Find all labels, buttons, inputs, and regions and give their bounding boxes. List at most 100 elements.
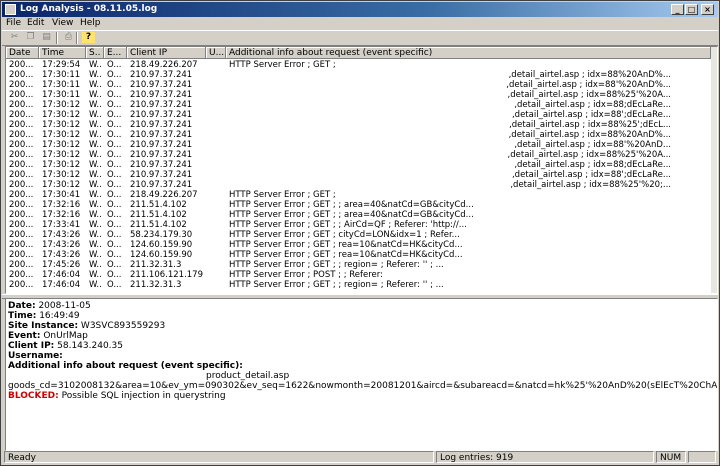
close-button[interactable]: × bbox=[701, 4, 714, 15]
table-row[interactable]: 200... 17:30:11 W.. O... 210.97.37.241 ,detai… bbox=[6, 90, 712, 100]
toolbar-separator bbox=[56, 32, 58, 44]
col-additional-info-cell: HTTP Server Error ; GET ; ; AirCd=QF ; R… bbox=[229, 220, 467, 230]
col-additional-info-cell: HTTP Server Error ; GET ; ; region= ; Re… bbox=[229, 260, 444, 270]
minimize-button[interactable]: _ bbox=[671, 4, 684, 15]
col-e-cell: O... bbox=[107, 100, 122, 110]
col-u-cell bbox=[209, 200, 225, 210]
maximize-button[interactable]: □ bbox=[685, 4, 698, 15]
col-time-cell: 17:46:04 bbox=[42, 280, 81, 290]
col-e-cell: O... bbox=[107, 210, 122, 220]
col-time-cell: 17:30:12 bbox=[42, 130, 81, 140]
col-additional-info-cell: ,detail_airtel.asp ; idx=88%25';dEcL... bbox=[509, 120, 671, 130]
menu-bar: File Edit View Help bbox=[2, 17, 718, 30]
col-date-cell: 200... bbox=[9, 130, 34, 140]
col-client-ip-cell: 210.97.37.241 bbox=[130, 150, 193, 160]
col-s-cell: W.. bbox=[89, 240, 102, 250]
request-url: product_detail.asp bbox=[206, 371, 290, 381]
col-u-cell bbox=[209, 130, 225, 140]
copy-icon[interactable]: ❐ bbox=[24, 32, 37, 43]
table-row[interactable]: 200... 17:30:12 W.. O... 210.97.37.241 ,detai… bbox=[6, 140, 712, 150]
col-time-header[interactable]: Time bbox=[39, 47, 86, 59]
print-icon[interactable]: ⎙ bbox=[62, 32, 75, 43]
col-additional-info-cell: ,detail_airtel.asp ; idx=88%25'%20A... bbox=[507, 90, 671, 100]
col-date-cell: 200... bbox=[9, 110, 34, 120]
col-additional-info-cell: ,detail_airtel.asp ; idx=88%25'%20A... bbox=[507, 150, 671, 160]
table-row[interactable]: 200... 17:30:41 W.. O... 218.49.226.207 HTTP … bbox=[6, 190, 712, 200]
table-row[interactable]: 200... 17:30:12 W.. O... 210.97.37.241 ,detai… bbox=[6, 110, 712, 120]
table-row[interactable]: 200... 17:32:16 W.. O... 211.51.4.102 HTTP Se… bbox=[6, 200, 712, 210]
col-date-cell: 200... bbox=[9, 120, 34, 130]
table-row[interactable]: 200... 17:33:41 W.. O... 211.51.4.102 HTTP Se… bbox=[6, 220, 712, 230]
table-row[interactable]: 200... 17:30:12 W.. O... 210.97.37.241 ,detai… bbox=[6, 100, 712, 110]
col-date-cell: 200... bbox=[9, 190, 34, 200]
table-row[interactable]: 200... 17:45:26 W.. O... 211.32.31.3 HTTP Ser… bbox=[6, 260, 712, 270]
table-row[interactable]: 200... 17:30:12 W.. O... 210.97.37.241 ,detai… bbox=[6, 150, 712, 160]
col-s-cell: W.. bbox=[89, 210, 102, 220]
table-row[interactable]: 200... 17:30:12 W.. O... 210.97.37.241 ,detai… bbox=[6, 160, 712, 170]
menu-help[interactable]: Help bbox=[80, 18, 101, 28]
col-s-cell: W.. bbox=[89, 170, 102, 180]
col-u-cell bbox=[209, 180, 225, 190]
col-e-cell: O... bbox=[107, 170, 122, 180]
table-row[interactable]: 200... 17:30:11 W.. O... 210.97.37.241 ,detai… bbox=[6, 80, 712, 90]
col-e-cell: O... bbox=[107, 70, 122, 80]
col-s-header[interactable]: S.. bbox=[86, 47, 104, 59]
status-empty-panel bbox=[688, 451, 716, 463]
col-e-header[interactable]: E... bbox=[104, 47, 127, 59]
col-date-cell: 200... bbox=[9, 150, 34, 160]
col-u-cell bbox=[209, 230, 225, 240]
col-u-header[interactable]: U... bbox=[206, 47, 226, 59]
table-row[interactable]: 200... 17:30:12 W.. O... 210.97.37.241 ,detai… bbox=[6, 180, 712, 190]
menu-file[interactable]: File bbox=[6, 18, 21, 28]
table-row[interactable]: 200... 17:30:12 W.. O... 210.97.37.241 ,detai… bbox=[6, 170, 712, 180]
col-e-cell: O... bbox=[107, 260, 122, 270]
col-time-cell: 17:30:12 bbox=[42, 110, 81, 120]
table-row[interactable]: 200... 17:32:16 W.. O... 211.51.4.102 HTTP Se… bbox=[6, 210, 712, 220]
col-time-cell: 17:46:04 bbox=[42, 270, 81, 280]
col-s-cell: W.. bbox=[89, 180, 102, 190]
menu-view[interactable]: View bbox=[52, 18, 73, 28]
table-row[interactable]: 200... 17:43:26 W.. O... 124.60.159.90 HTTP S… bbox=[6, 250, 712, 260]
table-row[interactable]: 200... 17:43:26 W.. O... 58.234.179.30 HTTP S… bbox=[6, 230, 712, 240]
col-additional-info-cell: HTTP Server Error ; GET ; bbox=[229, 190, 336, 200]
col-s-cell: W.. bbox=[89, 220, 102, 230]
blocked-reason: Possible SQL injection in querystring bbox=[61, 391, 226, 401]
table-row[interactable]: 200... 17:30:12 W.. O... 210.97.37.241 ,detai… bbox=[6, 120, 712, 130]
toolbar: ✂ ❐ ▤ ⎙? bbox=[2, 30, 718, 46]
col-e-cell: O... bbox=[107, 90, 122, 100]
table-row[interactable]: 200... 17:43:26 W.. O... 124.60.159.90 HTTP S… bbox=[6, 240, 712, 250]
help-icon[interactable]: ? bbox=[82, 32, 95, 43]
col-time-cell: 17:30:11 bbox=[42, 70, 81, 80]
date-value: 2008-11-05 bbox=[38, 301, 91, 311]
col-client-ip-cell: 210.97.37.241 bbox=[130, 70, 193, 80]
username-label: Username: bbox=[8, 351, 63, 361]
col-date-cell: 200... bbox=[9, 230, 34, 240]
col-date-cell: 200... bbox=[9, 240, 34, 250]
table-row[interactable]: 200... 17:30:12 W.. O... 210.97.37.241 ,detai… bbox=[6, 130, 712, 140]
col-client-ip-cell: 124.60.159.90 bbox=[130, 240, 193, 250]
col-e-cell: O... bbox=[107, 220, 122, 230]
table-row[interactable]: 200... 17:46:04 W.. O... 211.32.31.3 HTTP Ser… bbox=[6, 280, 712, 290]
paste-icon[interactable]: ▤ bbox=[40, 32, 53, 43]
col-client-ip-cell: 210.97.37.241 bbox=[130, 170, 193, 180]
additional-info-label: Additional info about request (event spe… bbox=[8, 361, 243, 371]
table-row[interactable]: 200... 17:30:11 W.. O... 210.97.37.241 ,detai… bbox=[6, 70, 712, 80]
col-additional-info-header[interactable]: Additional info about request (event spe… bbox=[226, 47, 711, 59]
col-time-cell: 17:30:12 bbox=[42, 180, 81, 190]
col-date-cell: 200... bbox=[9, 60, 34, 70]
table-row[interactable]: 200... 17:29:54 W.. O... 218.49.226.207 HTTP … bbox=[6, 60, 712, 70]
col-date-cell: 200... bbox=[9, 220, 34, 230]
title-bar[interactable]: Log Analysis - 08.11.05.log _ □ × bbox=[2, 2, 718, 17]
col-client-ip-header[interactable]: Client IP bbox=[127, 47, 206, 59]
col-date-header[interactable]: Date bbox=[6, 47, 39, 59]
col-s-cell: W.. bbox=[89, 160, 102, 170]
blocked-label: BLOCKED: bbox=[8, 391, 59, 401]
col-client-ip-cell: 210.97.37.241 bbox=[130, 120, 193, 130]
col-e-cell: O... bbox=[107, 190, 122, 200]
table-row[interactable]: 200... 17:46:04 W.. O... 211.106.121.179 HTTP… bbox=[6, 270, 712, 280]
col-e-cell: O... bbox=[107, 60, 122, 70]
cut-icon[interactable]: ✂ bbox=[8, 32, 21, 43]
menu-edit[interactable]: Edit bbox=[27, 18, 44, 28]
col-u-cell bbox=[209, 120, 225, 130]
col-client-ip-cell: 210.97.37.241 bbox=[130, 100, 193, 110]
